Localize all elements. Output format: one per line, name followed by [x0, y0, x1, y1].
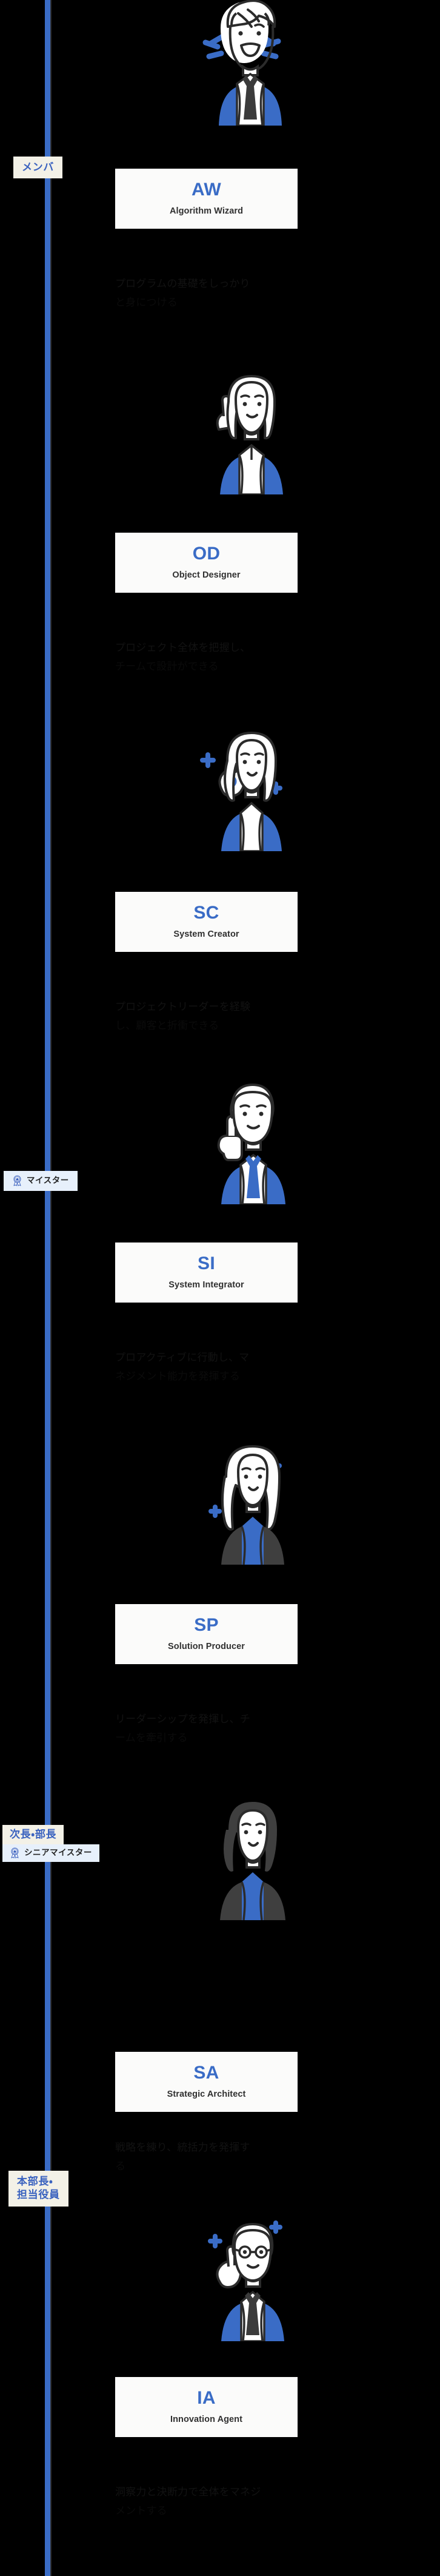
medal-ribbon-icon [12, 1175, 22, 1187]
role-desc-ia-line1: 洞察力と決断力で全体をマネジ [115, 2486, 261, 2498]
role-abbr-sp: SP [194, 1615, 219, 1635]
badge-member[interactable]: メンバ [13, 157, 63, 179]
role-desc-sp-line1: リーダーシップを発揮し、チ [115, 1713, 250, 1725]
role-desc-sp-line2: ームを牽引する [115, 1732, 188, 1744]
role-desc-sa-line1: 戦略を練り、統括力を発揮す [115, 2142, 250, 2153]
avatar-excited-man-icon [0, 0, 440, 126]
role-desc-sc-line2: し、顧客と折衝できる [115, 1020, 219, 1032]
badge-group-member: メンバ [13, 157, 63, 179]
role-desc-sc: プロジェクトリーダーを経験 し、顧客と折衝できる [115, 997, 315, 1036]
role-desc-si: プロアクティブに行動し、マ ネジメント能力を発揮する [115, 1348, 315, 1386]
role-abbr-aw: AW [192, 180, 221, 200]
role-card-aw[interactable]: AW Algorithm Wizard [115, 169, 298, 229]
badge-group-senior-meister: 次長・部長 シニアマイスター [2, 1825, 99, 1863]
stage-aw: メンバ AW Algorithm Wizard プログラムの基礎をしっかり と身… [0, 0, 440, 358]
medal-ribbon-icon [10, 1847, 20, 1859]
badge-senior-meister[interactable]: シニアマイスター [2, 1844, 99, 1863]
stage-si: マイスター SI System Integrator プロアクティブに行動し、マ… [0, 1074, 440, 1432]
badge-executive-line2: 担当役員 [17, 2188, 60, 2200]
role-desc-aw: プログラムの基礎をしっかり と身につける [115, 274, 315, 312]
role-card-ia[interactable]: IA Innovation Agent [115, 2377, 298, 2438]
stage-ia: 本部長・ 担当役員 IA Innovation Agent 洞察力と決断力で全体… [0, 2171, 440, 2576]
role-desc-od-line1: プロジェクト全体を把握し、 [115, 642, 251, 653]
role-abbr-sa: SA [193, 2063, 219, 2083]
role-desc-aw-line2: と身につける [115, 297, 178, 309]
badge-meister[interactable]: マイスター [4, 1171, 78, 1191]
role-abbr-sc: SC [193, 903, 219, 923]
role-desc-ia-line2: メントする [115, 2505, 167, 2517]
role-desc-sa-line2: る [115, 2160, 126, 2173]
role-desc-sc-line1: プロジェクトリーダーを経験 [115, 1001, 251, 1013]
badge-senior-meister-label: シニアマイスター [24, 1847, 92, 1857]
role-card-od[interactable]: OD Object Designer [115, 533, 298, 593]
stage-sa: 次長・部長 シニアマイスター SA Strategic Architect 戦略… [0, 1778, 440, 2172]
role-name-sp: Solution Producer [168, 1642, 245, 1651]
role-abbr-od: OD [192, 544, 221, 564]
role-name-aw: Algorithm Wizard [169, 206, 244, 216]
badge-group-meister: マイスター [4, 1171, 78, 1191]
role-desc-si-line1: プロアクティブに行動し、マ [115, 1352, 250, 1363]
role-card-sa[interactable]: SA Strategic Architect [115, 2052, 298, 2112]
badge-deputy-director-label: 次長・部長 [10, 1829, 57, 1840]
role-name-sc: System Creator [173, 929, 239, 939]
role-desc-si-line2: ネジメント能力を発揮する [115, 1371, 241, 1383]
badge-meister-label: マイスター [27, 1175, 69, 1185]
avatar-senior-man-icon [0, 2211, 440, 2341]
badge-deputy-director[interactable]: 次長・部長 [2, 1825, 64, 1845]
role-desc-od-line2: チームで設計ができる [115, 661, 219, 673]
badge-executive[interactable]: 本部長・ 担当役員 [8, 2171, 68, 2207]
stage-od: OD Object Designer プロジェクト全体を把握し、 チームで設計が… [0, 358, 440, 716]
role-abbr-ia: IA [197, 2388, 216, 2408]
role-desc-sp: リーダーシップを発揮し、チ ームを牽引する [115, 1710, 315, 1748]
role-abbr-si: SI [198, 1253, 215, 1273]
badge-executive-label: 本部長・ 担当役員 [17, 2175, 60, 2202]
avatar-ok-sign-woman-icon [0, 721, 440, 851]
badge-group-executive: 本部長・ 担当役員 [8, 2171, 68, 2207]
role-name-si: System Integrator [168, 1280, 244, 1290]
role-card-sc[interactable]: SC System Creator [115, 892, 298, 953]
stage-sc: SC System Creator プロジェクトリーダーを経験 し、顧客と折衝で… [0, 716, 440, 1074]
role-name-ia: Innovation Agent [170, 2415, 243, 2424]
role-desc-od: プロジェクト全体を把握し、 チームで設計ができる [115, 638, 315, 676]
role-desc-ia: 洞察力と決断力で全体をマネジ メントする [115, 2483, 315, 2521]
badge-executive-line1: 本部長・ [17, 2176, 53, 2187]
stage-sp: SP Solution Producer リーダーシップを発揮し、チ ームを牽引… [0, 1432, 440, 1778]
role-desc-sa: 戦略を練り、統括力を発揮す る [115, 2138, 315, 2176]
role-card-sp[interactable]: SP Solution Producer [115, 1604, 298, 1665]
role-card-si[interactable]: SI System Integrator [115, 1242, 298, 1303]
avatar-confident-woman-icon [0, 1434, 440, 1565]
badge-member-label: メンバ [22, 161, 55, 173]
role-name-od: Object Designer [172, 570, 241, 580]
role-name-sa: Strategic Architect [167, 2089, 246, 2099]
role-desc-aw-line1: プログラムの基礎をしっかり [115, 278, 250, 289]
avatar-pointing-woman-icon [0, 364, 440, 494]
